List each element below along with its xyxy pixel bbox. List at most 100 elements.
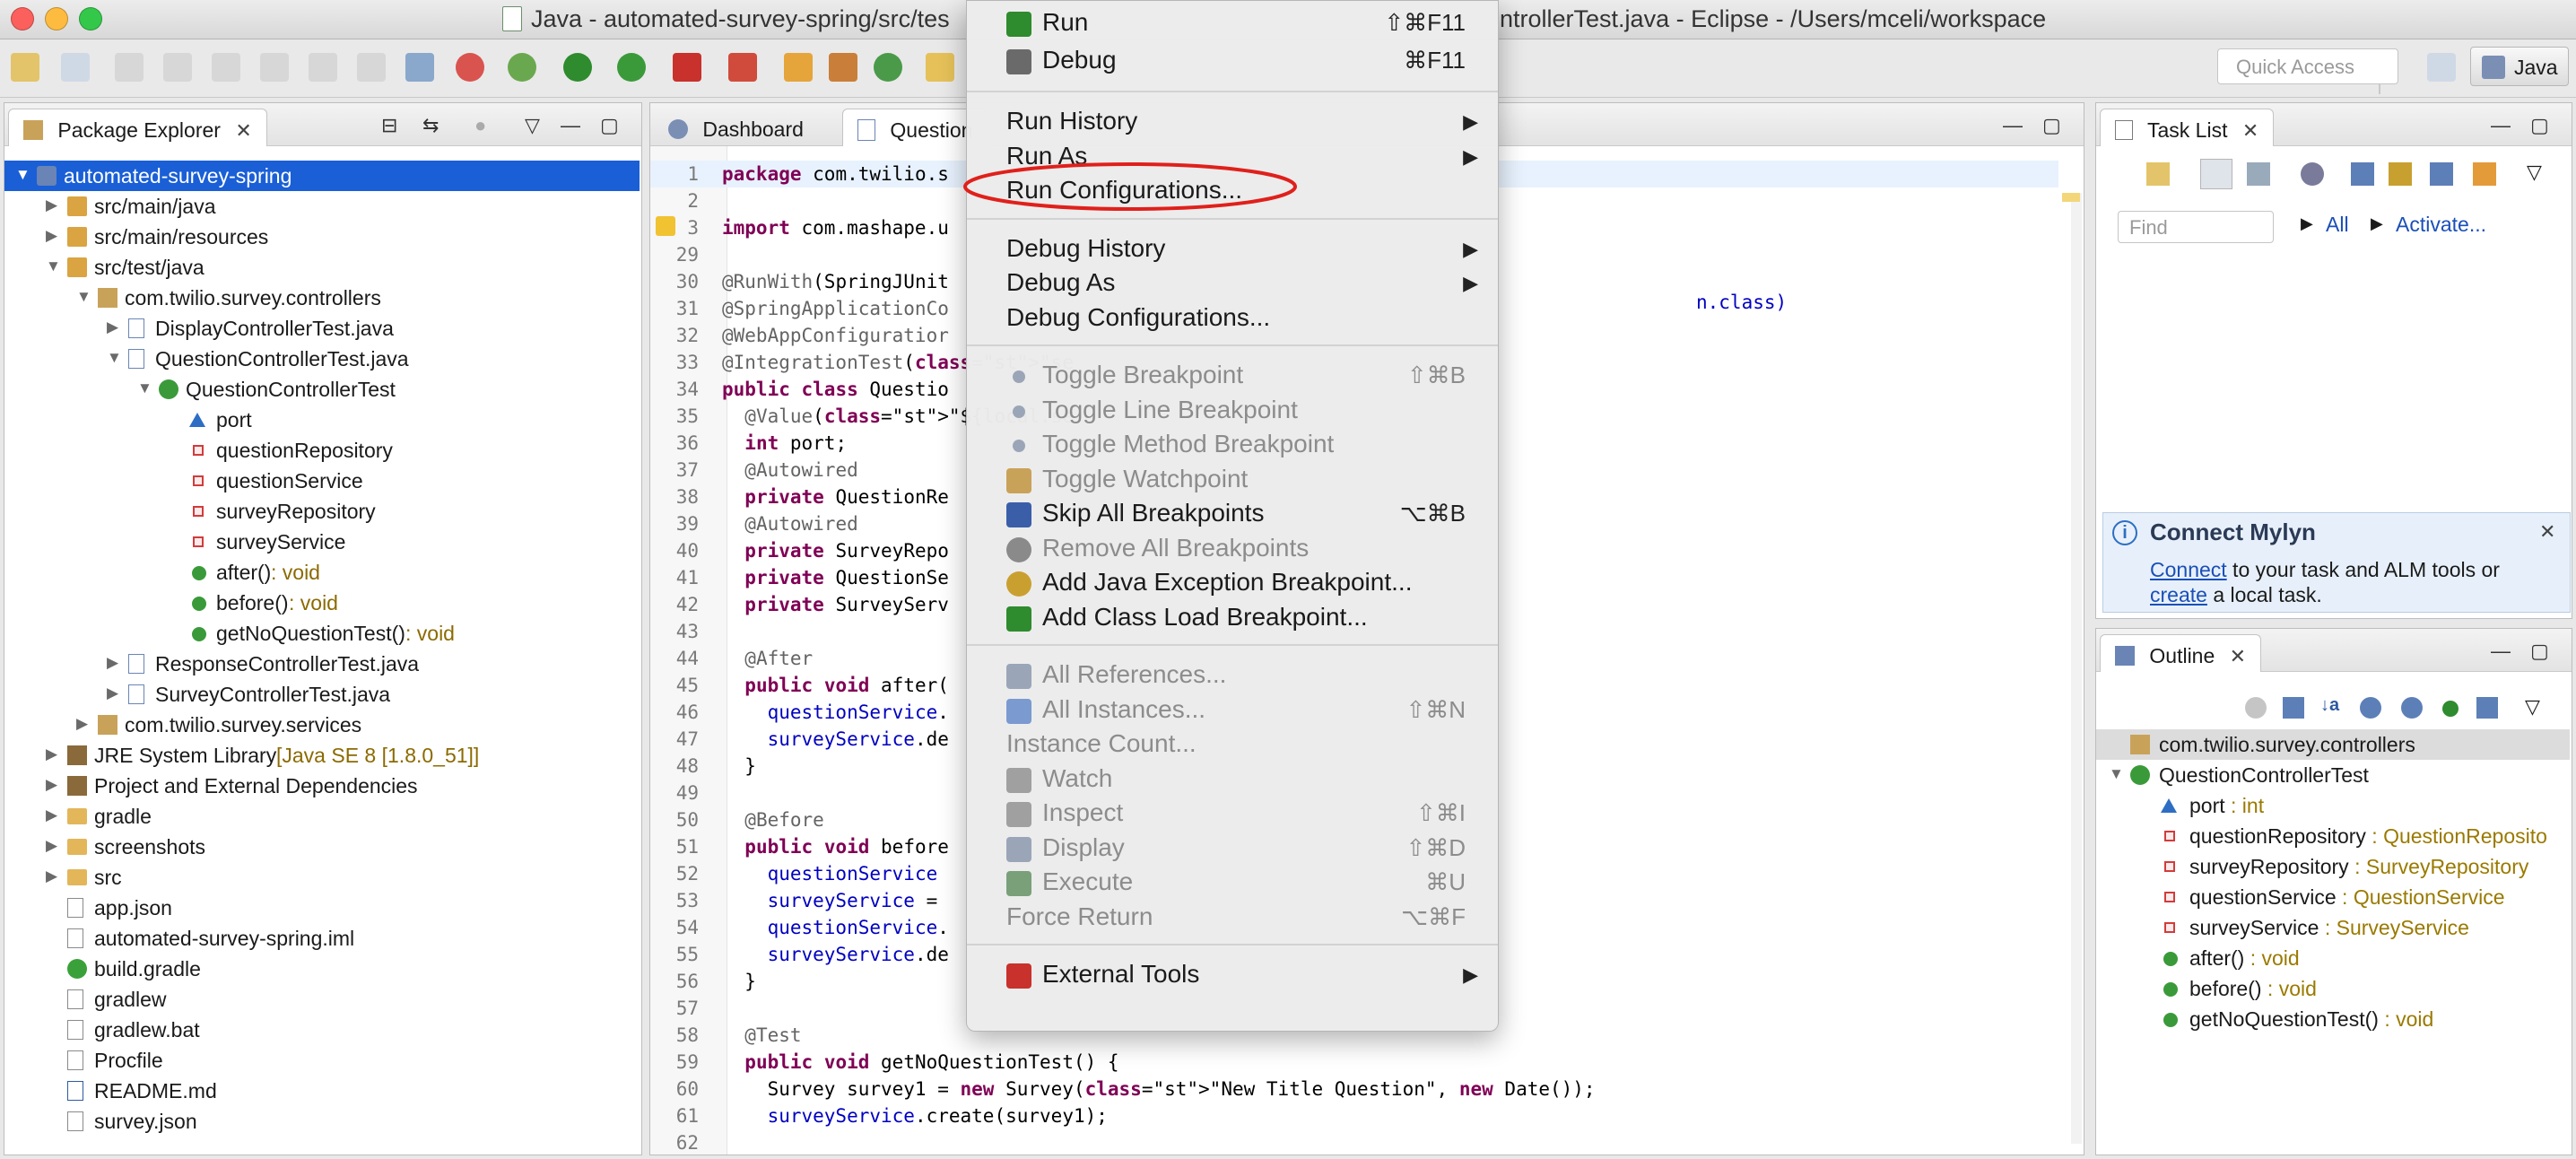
tree-item[interactable]: getNoQuestionTest() : void [4, 618, 640, 649]
outline-item[interactable]: before() : void [2096, 973, 2570, 1004]
outline-item[interactable]: questionService : QuestionService [2096, 882, 2570, 912]
expand-arrow-icon[interactable]: ▶ [46, 227, 57, 245]
collapse-all-icon[interactable]: ⊟ [381, 114, 397, 137]
expand-arrow-icon[interactable]: ▶ [46, 867, 57, 885]
collapse-arrow-icon[interactable]: ▼ [76, 288, 91, 306]
hide-static-icon[interactable] [2401, 697, 2423, 719]
tree-item[interactable]: ▶ src [4, 862, 640, 893]
menu-item-debug-as[interactable]: Debug As ▶ [967, 265, 1498, 301]
tree-item[interactable]: app.json [4, 893, 640, 923]
outline-item[interactable]: after() : void [2096, 943, 2570, 973]
menu-item-external-tools[interactable]: External Tools ▶ [967, 956, 1498, 992]
collapse-all-icon[interactable] [2283, 697, 2304, 719]
tab-package-explorer[interactable]: Package Explorer ✕ [8, 109, 267, 146]
focus-icon[interactable] [2245, 697, 2267, 719]
view-menu-icon[interactable]: ▽ [525, 114, 540, 137]
save-all-icon[interactable] [163, 53, 192, 82]
new-java-class-icon[interactable] [784, 53, 813, 82]
close-icon[interactable]: ✕ [2539, 520, 2555, 544]
overview-warning-marker[interactable] [2062, 193, 2080, 202]
menu-item-add-java-exception-breakpoint[interactable]: Add Java Exception Breakpoint... [967, 564, 1498, 600]
expand-arrow-icon[interactable]: ▶ [46, 806, 57, 824]
focus-workweek-icon[interactable] [2351, 162, 2374, 186]
connect-link[interactable]: Connect [2150, 558, 2227, 581]
close-icon[interactable]: ✕ [2242, 119, 2258, 142]
outline-item[interactable]: com.twilio.survey.controllers [2096, 729, 2570, 760]
new-task-icon[interactable] [2146, 162, 2170, 186]
tree-item[interactable]: ▶ screenshots [4, 832, 640, 862]
hide-local-types-icon[interactable] [2476, 697, 2498, 719]
tree-item[interactable]: ▶ DisplayControllerTest.java [4, 313, 640, 344]
tree-item[interactable]: ▶ src/main/resources [4, 222, 640, 252]
collapse-arrow-icon[interactable]: ▼ [137, 379, 152, 397]
tree-item[interactable]: ▶ Project and External Dependencies [4, 771, 640, 801]
tree-item[interactable]: questionService [4, 466, 640, 496]
tree-item[interactable]: after() : void [4, 557, 640, 588]
menu-item-add-class-load-breakpoint[interactable]: Add Class Load Breakpoint... [967, 599, 1498, 635]
tab-outline[interactable]: Outline ✕ [2100, 634, 2262, 672]
expand-arrow-icon[interactable]: ▶ [46, 776, 57, 794]
menu-item-debug-configurations[interactable]: Debug Configurations... [967, 300, 1498, 336]
task-find-input[interactable]: Find [2118, 211, 2274, 243]
save-icon[interactable] [115, 53, 144, 82]
overview-ruler[interactable] [2071, 193, 2082, 1144]
tree-item[interactable]: Procfile [4, 1045, 640, 1076]
collapse-icon[interactable] [2430, 162, 2453, 186]
tree-item[interactable]: gradlew [4, 984, 640, 1015]
tree-item[interactable]: survey.json [4, 1106, 640, 1137]
expand-arrow-icon[interactable]: ▶ [107, 318, 118, 336]
minimize-icon[interactable]: — [2491, 114, 2511, 137]
create-link[interactable]: create [2150, 583, 2207, 606]
tree-item[interactable]: surveyRepository [4, 496, 640, 527]
tree-item[interactable]: ▼ automated-survey-spring [4, 161, 640, 191]
outline-item[interactable]: surveyRepository : SurveyRepository [2096, 851, 2570, 882]
open-type-icon[interactable] [926, 53, 954, 82]
activate-link[interactable]: Activate... [2396, 213, 2486, 237]
toggle-mark-icon[interactable] [309, 53, 337, 82]
maximize-icon[interactable]: ▢ [600, 114, 619, 137]
tree-item[interactable]: ▶ JRE System Library [Java SE 8 [1.8.0_51… [4, 740, 640, 771]
close-icon[interactable]: ✕ [235, 119, 251, 142]
outline-item[interactable]: questionRepository : QuestionReposito [2096, 821, 2570, 851]
tree-item[interactable]: gradlew.bat [4, 1015, 640, 1045]
expand-arrow-icon[interactable]: ▶ [107, 684, 118, 702]
menu-item-debug-history[interactable]: Debug History ▶ [967, 231, 1498, 266]
sync-icon[interactable] [2389, 162, 2412, 186]
tree-item[interactable]: before() : void [4, 588, 640, 618]
stop-icon[interactable] [673, 53, 701, 82]
tree-item[interactable]: port [4, 405, 640, 435]
synchronize-icon[interactable] [2473, 162, 2496, 186]
tree-item[interactable]: ▶ gradle [4, 801, 640, 832]
new-icon[interactable] [11, 53, 39, 82]
print-icon[interactable] [212, 53, 240, 82]
maximize-icon[interactable]: ▢ [2530, 114, 2549, 137]
warning-icon[interactable] [656, 216, 675, 236]
menu-item-run-history[interactable]: Run History ▶ [967, 103, 1498, 139]
expand-arrow-icon[interactable]: ▶ [76, 715, 88, 733]
outline-item[interactable]: ▼ QuestionControllerTest [2096, 760, 2570, 790]
focus-icon[interactable]: ● [474, 114, 486, 137]
tree-item[interactable]: build.gradle [4, 954, 640, 984]
build-icon[interactable] [260, 53, 289, 82]
tree-item[interactable]: ▶ ResponseControllerTest.java [4, 649, 640, 679]
all-link[interactable]: All [2326, 213, 2349, 237]
link-with-editor-icon[interactable]: ⇆ [422, 114, 439, 137]
java-perspective-button[interactable]: Java [2470, 47, 2569, 86]
collapse-arrow-icon[interactable]: ▼ [46, 257, 61, 275]
tree-item[interactable]: ▼ QuestionControllerTest [4, 374, 640, 405]
tree-item[interactable]: README.md [4, 1076, 640, 1106]
new-class-icon[interactable] [874, 53, 902, 82]
close-icon[interactable]: ✕ [2230, 645, 2246, 667]
close-window-button[interactable] [11, 7, 34, 30]
hide-fields-icon[interactable] [2360, 697, 2381, 719]
run-icon[interactable] [563, 53, 592, 82]
expand-arrow-icon[interactable]: ▶ [46, 837, 57, 855]
outline-item[interactable]: port : int [2096, 790, 2570, 821]
tree-item[interactable]: ▼ src/test/java [4, 252, 640, 283]
collapse-arrow-icon[interactable]: ▼ [2109, 765, 2124, 783]
editor-minimize-icon[interactable]: — [2003, 114, 2023, 137]
skip-breakpoints-icon[interactable] [405, 53, 434, 82]
maximize-icon[interactable]: ▢ [2530, 640, 2549, 663]
expand-arrow-icon[interactable]: ▶ [107, 654, 118, 672]
new-java-project-icon[interactable] [61, 53, 90, 82]
